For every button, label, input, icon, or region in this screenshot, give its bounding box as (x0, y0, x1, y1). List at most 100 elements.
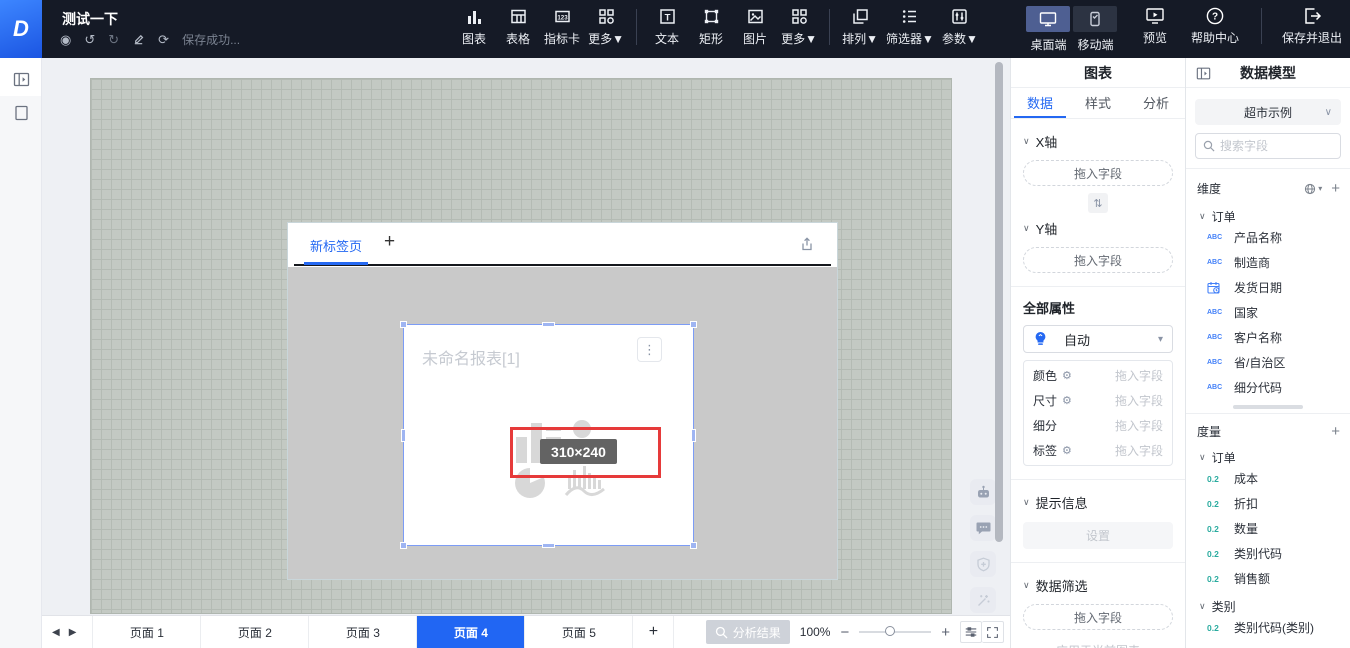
parameter-button[interactable]: 参数▼ (942, 7, 978, 47)
filter-drop-zone[interactable]: 拖入字段 (1023, 604, 1173, 630)
page-prev-icon[interactable]: ◀ (52, 627, 60, 638)
design-canvas[interactable]: 新标签页 + 未命名报表[1] ⋮ (42, 58, 1010, 615)
tooltip-section[interactable]: ∨ 提示信息 (1011, 480, 1185, 512)
ai-assistant-button[interactable] (970, 479, 996, 505)
zoom-slider[interactable] (859, 631, 931, 633)
insert-rectangle-button[interactable]: 矩形 (693, 7, 729, 47)
page-next-icon[interactable]: ▶ (69, 627, 77, 638)
preview-button[interactable]: 预览 (1143, 6, 1167, 46)
help-center-button[interactable]: ? 帮助中心 (1191, 6, 1239, 46)
tab-style[interactable]: 样式 (1069, 88, 1127, 118)
gear-icon[interactable]: ⚙ (1062, 369, 1072, 382)
tooltip-settings-button[interactable]: 设置 (1023, 522, 1173, 549)
undo-icon[interactable]: ↺ (84, 33, 95, 46)
page-tab-5[interactable]: 页面 5 (524, 616, 632, 648)
prop-row-size[interactable]: 尺寸 ⚙ 拖入字段 (1033, 388, 1163, 413)
insert-chart-button[interactable]: 图表 (456, 7, 492, 47)
comment-button[interactable] (970, 515, 996, 541)
page-panel-icon[interactable] (8, 100, 34, 126)
prop-row-color[interactable]: 颜色 ⚙ 拖入字段 (1033, 363, 1163, 388)
measure-field[interactable]: 0.2 销售额 (1186, 566, 1350, 591)
page-tab-1[interactable]: 页面 1 (92, 616, 200, 648)
dimension-field[interactable]: ABC 产品名称 (1186, 225, 1350, 250)
arrange-button[interactable]: 排列▼ (842, 7, 878, 47)
save-exit-button[interactable]: 保存并退出 (1282, 6, 1342, 46)
tab-data[interactable]: 数据 (1011, 88, 1069, 118)
dimension-field[interactable]: ABC 国家 (1186, 300, 1350, 325)
resize-handle[interactable] (400, 321, 407, 328)
expand-panel-icon[interactable] (8, 66, 34, 92)
dataset-select[interactable]: 超市示例 ∨ (1195, 99, 1341, 125)
zoom-out-button[interactable]: − (840, 624, 849, 641)
insert-kpi-card-button[interactable]: 123 指标卡 (544, 7, 580, 47)
insert-more-button[interactable]: 更多▼ (588, 7, 624, 47)
x-axis-section[interactable]: ∨ X轴 (1011, 119, 1185, 151)
resize-handle[interactable] (542, 543, 555, 548)
measure-group-orders[interactable]: ∨ 订单 (1186, 440, 1350, 466)
page-tab-2[interactable]: 页面 2 (200, 616, 308, 648)
canvas-adjust-button[interactable] (960, 621, 982, 643)
add-page-button[interactable]: + (632, 616, 674, 648)
resize-handle[interactable] (691, 429, 696, 442)
horizontal-scroll-hint[interactable] (1233, 405, 1303, 409)
device-desktop-toggle[interactable]: 桌面端 (1025, 6, 1072, 53)
resize-handle[interactable] (400, 542, 407, 549)
resize-handle[interactable] (690, 542, 697, 549)
dimension-field[interactable]: 发货日期 (1186, 275, 1350, 300)
gear-icon[interactable]: ⚙ (1062, 444, 1072, 457)
magic-wand-button[interactable] (970, 587, 996, 613)
element-more-button[interactable]: 更多▼ (781, 7, 817, 47)
resize-handle[interactable] (401, 429, 406, 442)
globe-icon[interactable]: ▾ (1304, 183, 1322, 195)
measure-field[interactable]: 0.2 类别代码 (1186, 541, 1350, 566)
measure-field[interactable]: 0.2 折扣 (1186, 491, 1350, 516)
dimension-field[interactable]: ABC 制造商 (1186, 250, 1350, 275)
app-logo[interactable]: D (0, 0, 42, 58)
play-icon[interactable]: ◉ (60, 33, 71, 46)
y-axis-drop-zone[interactable]: 拖入字段 (1023, 247, 1173, 273)
add-dimension-icon[interactable]: + (1331, 180, 1340, 197)
analysis-result-button[interactable]: 分析结果 (706, 620, 790, 644)
measure-field[interactable]: 0.2 类别代码(类别) (1186, 615, 1350, 640)
dashboard-body[interactable]: 未命名报表[1] ⋮ (288, 267, 837, 579)
search-input[interactable] (1220, 139, 1333, 153)
device-mobile-toggle[interactable]: 移动端 (1072, 6, 1119, 53)
refresh-icon[interactable]: ⟳ (158, 33, 169, 46)
chart-type-select[interactable]: 自动 ▾ (1023, 325, 1173, 353)
add-window-tab-button[interactable]: + (384, 231, 395, 253)
dimension-field[interactable]: ABC 细分代码 (1186, 375, 1350, 400)
page-tab-4-active[interactable]: 页面 4 (416, 616, 524, 648)
collapse-panel-icon[interactable] (1196, 66, 1211, 81)
gear-icon[interactable]: ⚙ (1062, 394, 1072, 407)
card-menu-button[interactable]: ⋮ (637, 337, 662, 362)
shield-add-button[interactable] (970, 551, 996, 577)
dimension-field[interactable]: ABC 客户名称 (1186, 325, 1350, 350)
swap-axes-button[interactable]: ⇅ (1088, 193, 1108, 213)
format-brush-icon[interactable] (132, 33, 145, 46)
filter-button[interactable]: 筛选器▼ (886, 7, 934, 47)
dimension-group-orders[interactable]: ∨ 订单 (1186, 197, 1350, 225)
export-icon[interactable] (799, 236, 815, 252)
resize-handle[interactable] (542, 322, 555, 327)
chart-card-selected[interactable]: 未命名报表[1] ⋮ (404, 325, 693, 545)
zoom-slider-knob[interactable] (885, 626, 895, 636)
redo-icon[interactable]: ↻ (108, 33, 119, 46)
measure-field[interactable]: 0.2 成本 (1186, 466, 1350, 491)
measure-field[interactable]: 0.2 数量 (1186, 516, 1350, 541)
insert-table-button[interactable]: 表格 (500, 7, 536, 47)
resize-handle[interactable] (690, 321, 697, 328)
window-tab-new[interactable]: 新标签页 (310, 236, 362, 255)
y-axis-section[interactable]: ∨ Y轴 (1011, 213, 1185, 238)
prop-row-subdivide[interactable]: 细分 拖入字段 (1033, 413, 1163, 438)
add-measure-icon[interactable]: + (1331, 423, 1340, 440)
zoom-in-button[interactable]: + (941, 624, 950, 641)
fullscreen-button[interactable] (982, 621, 1004, 643)
page-tab-3[interactable]: 页面 3 (308, 616, 416, 648)
canvas-scrollbar[interactable] (995, 62, 1003, 542)
measure-group-category[interactable]: ∨ 类别 (1186, 591, 1350, 615)
x-axis-drop-zone[interactable]: 拖入字段 (1023, 160, 1173, 186)
prop-row-label[interactable]: 标签 ⚙ 拖入字段 (1033, 438, 1163, 463)
insert-text-button[interactable]: T 文本 (649, 7, 685, 47)
data-filter-section[interactable]: ∨ 数据筛选 (1011, 563, 1185, 595)
dimension-field[interactable]: ABC 省/自治区 (1186, 350, 1350, 375)
